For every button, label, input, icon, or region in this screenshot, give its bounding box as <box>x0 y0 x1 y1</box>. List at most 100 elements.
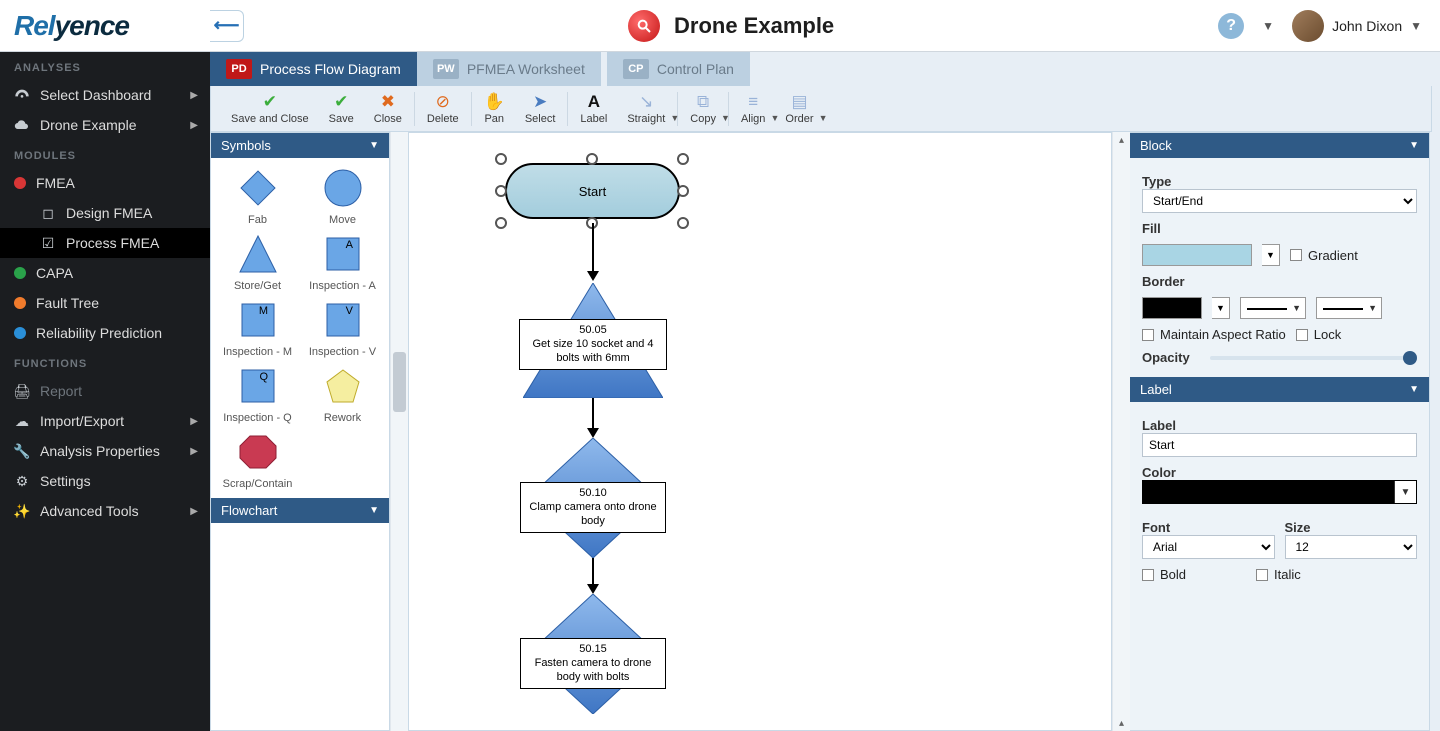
size-select[interactable]: 12 <box>1285 535 1418 559</box>
sidebar-item-analysis-properties[interactable]: 🔧 Analysis Properties ▶ <box>0 436 210 466</box>
sidebar-item-fault-tree[interactable]: Fault Tree <box>0 288 210 318</box>
help-icon[interactable]: ? <box>1218 13 1244 39</box>
delete-icon: ⊘ <box>436 93 450 111</box>
fill-color-dropdown[interactable]: ▼ <box>1262 244 1280 266</box>
connector[interactable] <box>592 223 594 273</box>
line-weight-select[interactable]: ▼ <box>1240 297 1306 319</box>
sidebar-collapse-button[interactable]: ⟵ <box>210 10 244 42</box>
checkbox-icon <box>1296 329 1308 341</box>
symbol-rework[interactable]: Rework <box>302 364 383 424</box>
node-store-get[interactable]: 50.05 Get size 10 socket and 4 bolts wit… <box>523 283 663 398</box>
sidebar-item-label: Analysis Properties <box>40 443 160 459</box>
node-start[interactable]: Start <box>505 163 680 219</box>
sidebar-item-import-export[interactable]: ☁ Import/Export ▶ <box>0 406 210 436</box>
sidebar-item-capa[interactable]: CAPA <box>0 258 210 288</box>
font-select[interactable]: Arial <box>1142 535 1275 559</box>
selection-handle[interactable] <box>495 217 507 229</box>
sidebar-item-advanced-tools[interactable]: ✨ Advanced Tools ▶ <box>0 496 210 526</box>
scrollbar-thumb[interactable] <box>393 352 406 412</box>
diagram-canvas[interactable]: Start <box>408 132 1112 731</box>
bold-checkbox[interactable]: Bold <box>1142 567 1186 582</box>
symbol-store-get[interactable]: Store/Get <box>217 232 298 292</box>
close-button[interactable]: ✖ Close <box>364 91 412 127</box>
label-input[interactable] <box>1142 433 1417 457</box>
maintain-aspect-checkbox[interactable]: Maintain Aspect Ratio <box>1142 327 1286 342</box>
selection-handle[interactable] <box>677 153 689 165</box>
palette-header-symbols[interactable]: Symbols ▼ <box>211 133 389 158</box>
symbol-move[interactable]: Move <box>302 166 383 226</box>
selection-handle[interactable] <box>495 185 507 197</box>
svg-text:A: A <box>345 239 353 251</box>
palette-header-flowchart[interactable]: Flowchart ▼ <box>211 498 389 523</box>
font-color-swatch[interactable]: ▼ <box>1142 480 1417 504</box>
sidebar-heading-functions: FUNCTIONS <box>0 348 210 376</box>
symbol-inspection-m[interactable]: M Inspection - M <box>217 298 298 358</box>
border-color-swatch[interactable] <box>1142 297 1202 319</box>
user-menu[interactable]: John Dixon ▼ <box>1292 10 1422 42</box>
selection-handle[interactable] <box>586 153 598 165</box>
pan-button[interactable]: ✋ Pan <box>474 91 515 127</box>
type-select[interactable]: Start/End <box>1142 189 1417 213</box>
props-header-label[interactable]: Label ▼ <box>1130 377 1429 402</box>
props-header-label: Block <box>1140 138 1172 153</box>
symbol-inspection-v[interactable]: V Inspection - V <box>302 298 383 358</box>
properties-panel: Block ▼ Type Start/End Fill ▼ Gradient B… <box>1130 132 1430 731</box>
save-button[interactable]: ✔ Save <box>319 91 364 127</box>
connector[interactable] <box>592 558 594 586</box>
align-button[interactable]: ≡ Align ▼ <box>731 91 775 127</box>
help-dropdown-caret[interactable]: ▼ <box>1262 19 1274 33</box>
select-button[interactable]: ➤ Select <box>515 91 566 127</box>
opacity-slider[interactable] <box>1210 356 1417 360</box>
symbol-palette: Symbols ▼ Fab Move <box>210 132 390 731</box>
sidebar-item-fmea[interactable]: FMEA <box>0 168 210 198</box>
selection-handle[interactable] <box>677 185 689 197</box>
tab-badge: CP <box>623 59 649 79</box>
canvas-scrollbar[interactable]: ▴ ▴ <box>1112 132 1130 731</box>
border-color-dropdown[interactable]: ▼ <box>1212 297 1230 319</box>
sidebar-item-reliability[interactable]: Reliability Prediction <box>0 318 210 348</box>
tab-pfmea-worksheet[interactable]: PW PFMEA Worksheet <box>417 52 601 86</box>
scroll-down-icon[interactable]: ▴ <box>1113 715 1130 731</box>
selection-handle[interactable] <box>677 217 689 229</box>
symbol-scrap[interactable]: Scrap/Contain <box>217 430 298 490</box>
delete-button[interactable]: ⊘ Delete <box>417 91 469 127</box>
sidebar-item-report[interactable]: 🖨 Report <box>0 376 210 406</box>
fill-color-swatch[interactable] <box>1142 244 1252 266</box>
italic-checkbox[interactable]: Italic <box>1256 567 1301 582</box>
lock-checkbox[interactable]: Lock <box>1296 327 1341 342</box>
symbol-fab[interactable]: Fab <box>217 166 298 226</box>
sidebar-item-select-dashboard[interactable]: Select Dashboard ▶ <box>0 80 210 110</box>
tool-label: Copy <box>690 113 716 125</box>
sidebar-item-drone-example[interactable]: Drone Example ▶ <box>0 110 210 140</box>
line-style-select[interactable]: ▼ <box>1316 297 1382 319</box>
sidebar-item-settings[interactable]: ⚙ Settings <box>0 466 210 496</box>
copy-button[interactable]: ⧉ Copy ▼ <box>680 91 726 127</box>
node-fab-2[interactable]: 50.15 Fasten camera to drone body with b… <box>528 594 658 714</box>
order-button[interactable]: ▤ Order ▼ <box>775 91 823 127</box>
gradient-checkbox[interactable]: Gradient <box>1290 248 1358 263</box>
props-header-block[interactable]: Block ▼ <box>1130 133 1429 158</box>
tool-label: Close <box>374 113 402 125</box>
symbol-inspection-a[interactable]: A Inspection - A <box>302 232 383 292</box>
sidebar-item-process-fmea[interactable]: ☑ Process FMEA <box>0 228 210 258</box>
straight-connector-button[interactable]: ↘ Straight ▼ <box>617 91 675 127</box>
logo: Relyence <box>14 10 129 42</box>
symbol-inspection-q[interactable]: Q Inspection - Q <box>217 364 298 424</box>
label-button[interactable]: A Label <box>570 91 617 127</box>
palette-scrollbar[interactable] <box>390 132 408 731</box>
connector[interactable] <box>592 398 594 430</box>
dropdown-caret-icon: ▼ <box>721 113 730 123</box>
selection-handle[interactable] <box>495 153 507 165</box>
save-and-close-button[interactable]: ✔ Save and Close <box>221 91 319 127</box>
font-color-dropdown[interactable]: ▼ <box>1394 481 1416 503</box>
tab-badge: PD <box>226 59 252 79</box>
node-fab-1[interactable]: 50.10 Clamp camera onto drone body <box>528 438 658 558</box>
tool-label: Order <box>785 113 813 125</box>
slider-thumb[interactable] <box>1403 351 1417 365</box>
sidebar-item-design-fmea[interactable]: ◻ Design FMEA <box>0 198 210 228</box>
tab-control-plan[interactable]: CP Control Plan <box>607 52 750 86</box>
toolbar-separator <box>471 92 472 126</box>
scroll-up-icon[interactable]: ▴ <box>1113 132 1130 148</box>
cloud-icon <box>14 117 30 133</box>
tab-process-flow[interactable]: PD Process Flow Diagram <box>210 52 417 86</box>
